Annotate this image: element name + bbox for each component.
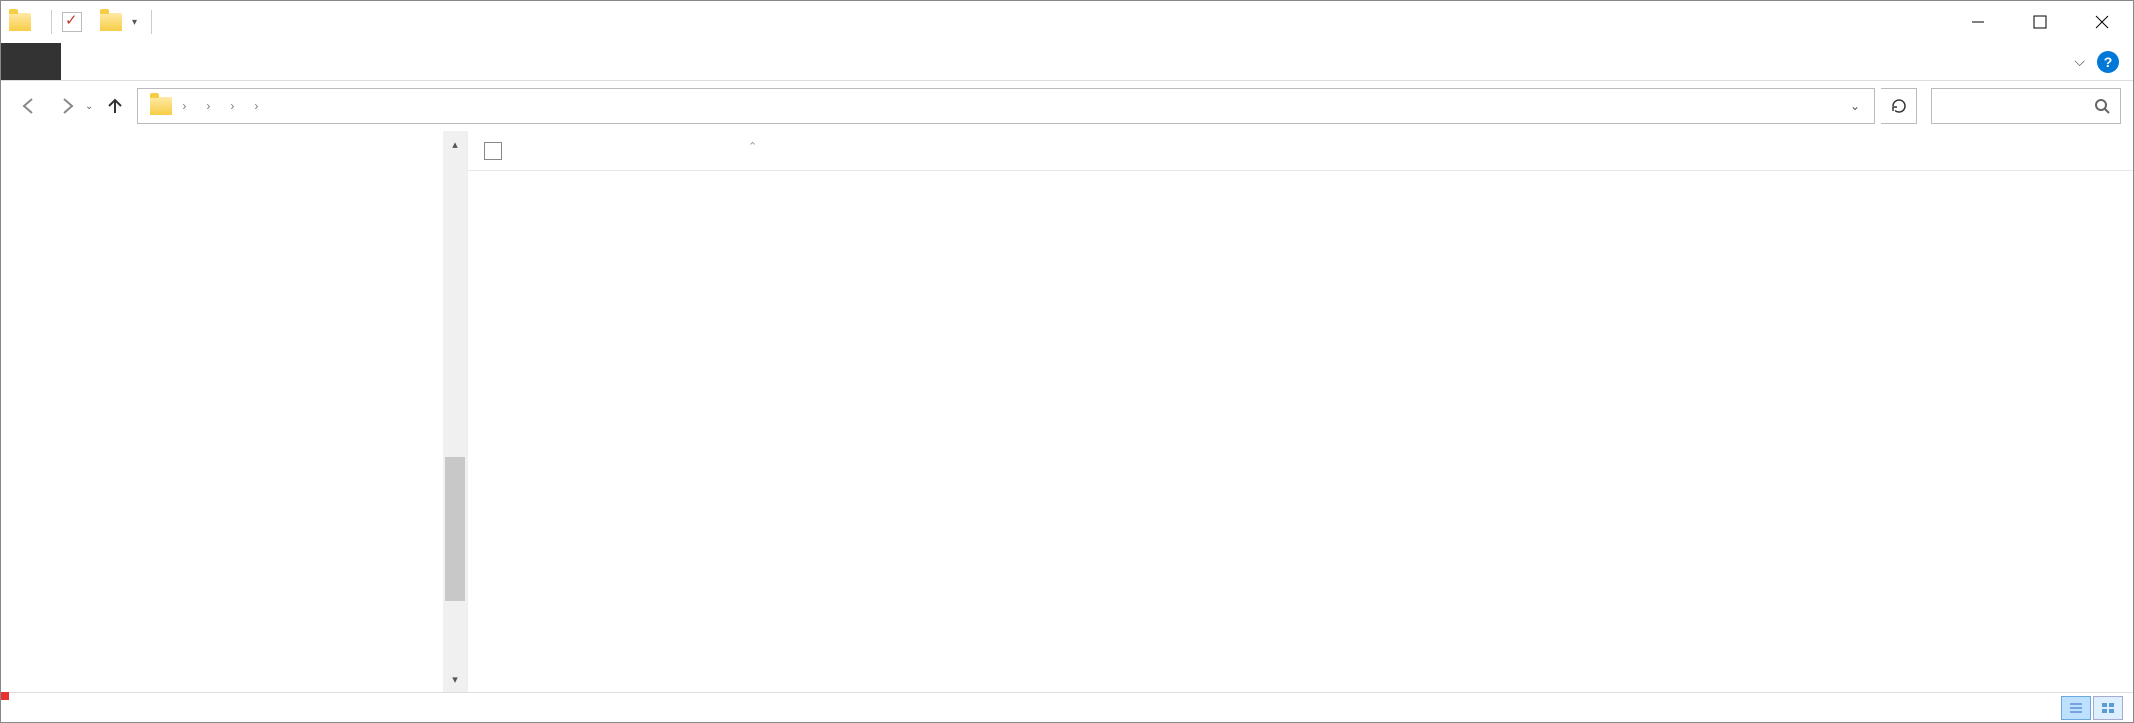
minimize-button[interactable]	[1947, 1, 2009, 43]
titlebar: ▾	[1, 1, 2133, 43]
qat-dropdown-icon[interactable]: ▾	[128, 15, 141, 30]
breadcrumb-listoffiles[interactable]	[238, 102, 250, 110]
expand-ribbon-icon[interactable]: ⌵	[2074, 53, 2085, 70]
up-button[interactable]	[99, 90, 131, 122]
app-folder-icon	[9, 13, 31, 31]
divider	[151, 10, 152, 34]
chevron-right-icon[interactable]: ›	[252, 99, 260, 113]
tab-view[interactable]	[157, 43, 205, 80]
status-bar	[1, 692, 2133, 722]
tab-share[interactable]	[109, 43, 157, 80]
navigation-pane: ▴ ▾	[1, 131, 467, 692]
file-list-pane: ⌃	[467, 131, 2133, 692]
properties-qat-icon[interactable]	[62, 12, 82, 32]
sidebar-scrollbar[interactable]: ▴ ▾	[443, 131, 467, 692]
breadcrumb-downloads[interactable]	[214, 102, 226, 110]
close-button[interactable]	[2071, 1, 2133, 43]
back-button[interactable]	[13, 90, 45, 122]
quick-access-toolbar: ▾	[1, 10, 164, 34]
forward-button[interactable]	[51, 90, 83, 122]
thumbnails-view-button[interactable]	[2093, 696, 2123, 720]
scroll-down-icon[interactable]: ▾	[443, 666, 467, 692]
main-area: ▴ ▾ ⌃	[1, 131, 2133, 692]
select-all-checkbox[interactable]	[468, 142, 518, 160]
tab-file[interactable]	[1, 43, 61, 80]
window-controls	[1947, 1, 2133, 43]
column-headers: ⌃	[468, 131, 2133, 171]
address-folder-icon	[150, 97, 172, 115]
new-folder-qat-icon[interactable]	[100, 13, 122, 31]
recent-locations-icon[interactable]: ⌄	[85, 101, 93, 112]
sort-ascending-icon: ⌃	[748, 140, 757, 153]
tab-home[interactable]	[61, 43, 109, 80]
file-list	[468, 171, 2133, 191]
details-view-button[interactable]	[2061, 696, 2091, 720]
divider	[51, 10, 52, 34]
ribbon-tabs: ⌵ ?	[1, 43, 2133, 81]
chevron-right-icon[interactable]: ›	[180, 99, 188, 113]
chevron-right-icon[interactable]: ›	[204, 99, 212, 113]
breadcrumb-this-pc[interactable]	[190, 102, 202, 110]
search-input[interactable]	[1931, 88, 2121, 124]
navigation-bar: ⌄ › › › › ⌄	[1, 81, 2133, 131]
scroll-up-icon[interactable]: ▴	[443, 131, 467, 157]
refresh-button[interactable]	[1881, 88, 1917, 124]
scroll-thumb[interactable]	[445, 457, 465, 601]
maximize-button[interactable]	[2009, 1, 2071, 43]
address-dropdown-icon[interactable]: ⌄	[1842, 99, 1868, 113]
address-bar[interactable]: › › › › ⌄	[137, 88, 1875, 124]
help-icon[interactable]: ?	[2097, 51, 2119, 73]
chevron-right-icon[interactable]: ›	[228, 99, 236, 113]
search-icon	[2094, 98, 2110, 114]
